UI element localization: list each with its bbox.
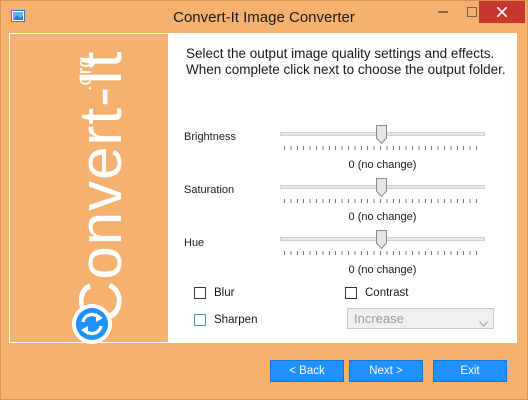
close-icon [497,7,507,17]
contrast-label: Contrast [365,287,409,299]
sharpen-checkbox[interactable]: Sharpen [194,314,257,326]
back-button[interactable]: < Back [270,360,344,382]
chevron-down-icon [479,315,488,330]
sharpen-mode-select[interactable]: Increase [347,308,494,329]
checkbox-box[interactable] [194,287,206,299]
checkbox-box[interactable] [345,287,357,299]
minimize-icon [437,7,448,17]
saturation-value: 0 (no change) [348,211,417,223]
maximize-icon [466,7,477,17]
refresh-arrows-icon [71,303,113,345]
exit-button[interactable]: Exit [433,360,507,382]
slider-ticks [284,199,481,203]
brand-panel: Convert-It .org [9,33,169,345]
brightness-slider[interactable] [280,125,485,150]
slider-thumb[interactable] [376,178,387,197]
brightness-value: 0 (no change) [348,159,417,171]
hue-slider[interactable] [280,230,485,255]
instructions-text: Select the output image quality settings… [186,46,506,77]
checkbox-box[interactable] [194,314,206,326]
next-button[interactable]: Next > [349,360,423,382]
close-button[interactable] [479,1,525,23]
title-bar: Convert-It Image Converter [1,1,527,32]
slider-thumb[interactable] [376,230,387,249]
saturation-label: Saturation [184,184,235,196]
saturation-slider[interactable] [280,178,485,203]
slider-thumb[interactable] [376,125,387,144]
slider-ticks [284,251,481,255]
minimize-button[interactable] [427,1,458,23]
brand-name: Convert-It [67,50,134,324]
hue-value: 0 (no change) [348,264,417,276]
slider-ticks [284,146,481,150]
contrast-checkbox[interactable]: Contrast [345,287,408,299]
brand-wordmark: Convert-It .org [66,51,135,324]
converter-window: Convert-It Image Converter Convert-It .o… [0,0,528,400]
hue-label: Hue [184,237,205,249]
brightness-label: Brightness [184,131,236,143]
sharpen-mode-value: Increase [354,311,404,326]
blur-label: Blur [214,287,235,299]
settings-panel: Select the output image quality settings… [169,33,517,343]
blur-checkbox[interactable]: Blur [194,287,234,299]
sharpen-label: Sharpen [214,314,258,326]
brand-domain: .org [74,56,96,91]
